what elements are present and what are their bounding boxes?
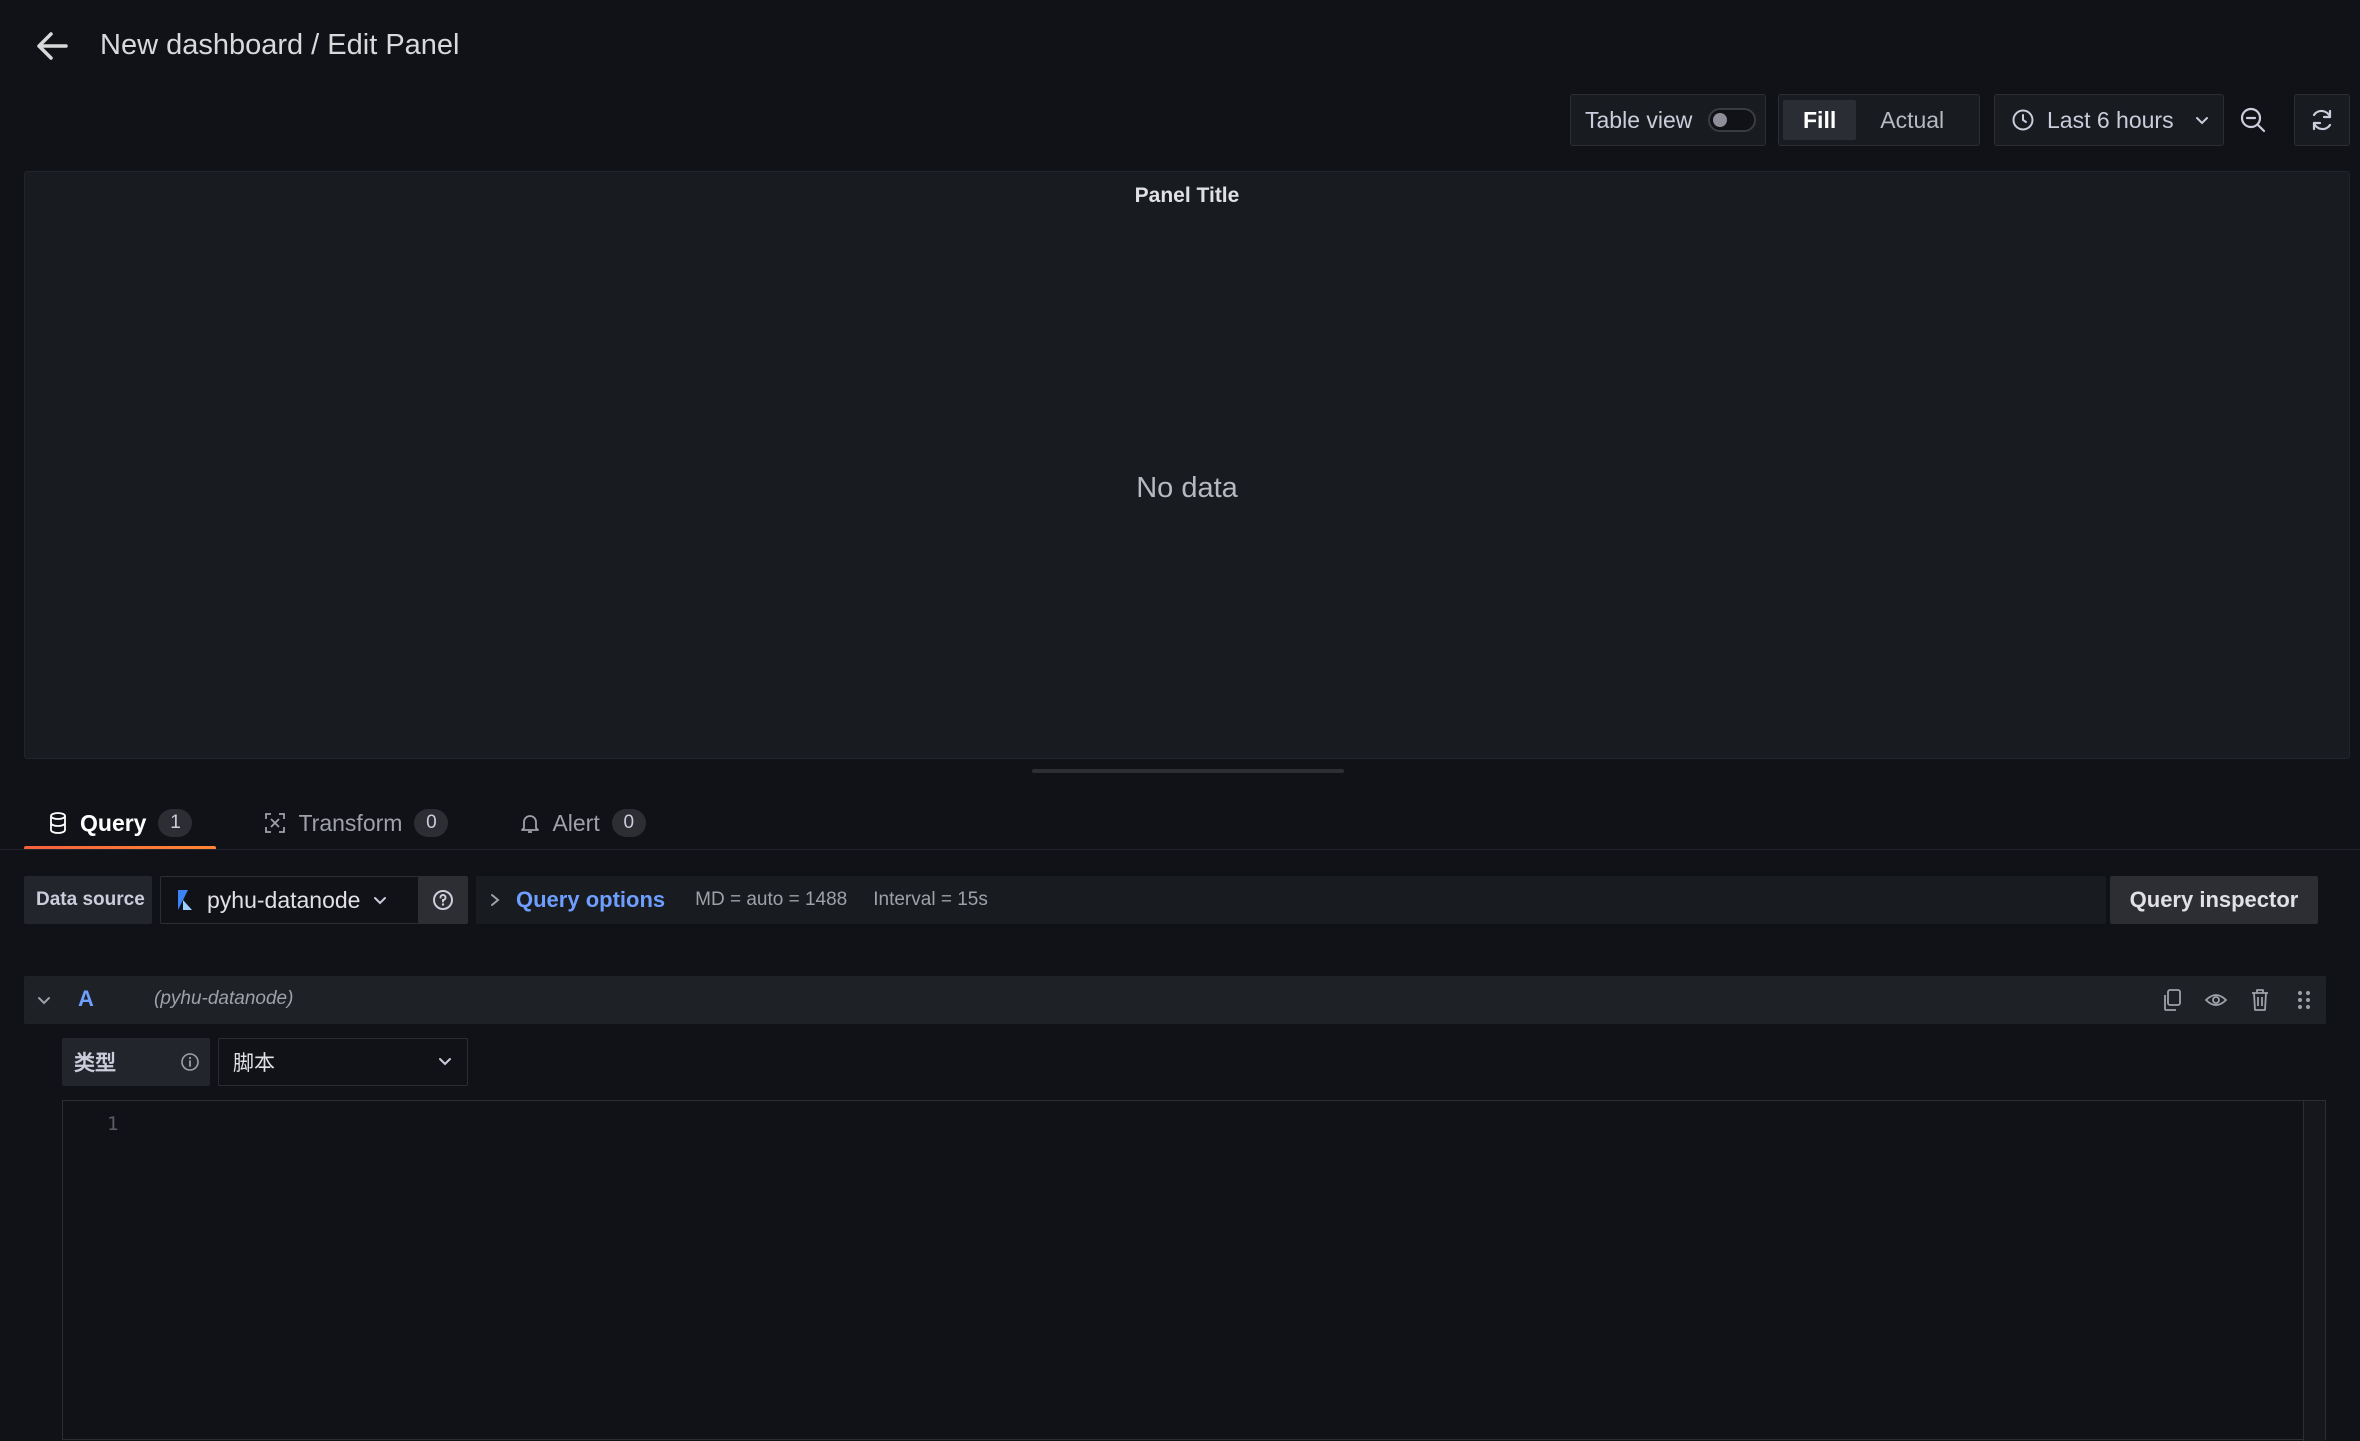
chevron-down-icon	[439, 1058, 451, 1066]
bell-icon	[521, 815, 540, 833]
eye-icon	[2204, 994, 2228, 1006]
tab-alert[interactable]: Alert 0	[496, 796, 669, 850]
query-type-value: 脚本	[233, 1052, 275, 1075]
script-editor[interactable]: 1	[62, 1100, 2326, 1441]
refresh-icon	[2312, 109, 2332, 131]
editor-line-number: 1	[107, 1113, 119, 1135]
chevron-down-icon[interactable]	[36, 992, 52, 1008]
toggle-query-visibility-button[interactable]	[2202, 984, 2230, 1016]
table-view-label: Table view	[1585, 106, 1693, 133]
fill-actual-segment: Fill Actual	[1778, 94, 1980, 146]
tab-query-count: 1	[158, 809, 193, 837]
query-options-toggle[interactable]: Query options MD = auto = 1488 Interval …	[476, 876, 2106, 924]
datasource-selected: pyhu-datanode	[207, 886, 361, 913]
chevron-right-icon	[491, 894, 500, 906]
tab-alert-count: 0	[611, 809, 646, 837]
query-options-label: Query options	[516, 887, 666, 912]
tabs-divider	[0, 849, 2360, 850]
datasource-logo-icon	[178, 890, 192, 910]
fill-button[interactable]: Fill	[1783, 100, 1857, 140]
delete-query-button[interactable]	[2246, 984, 2274, 1016]
panel-title[interactable]: Panel Title	[25, 184, 2349, 208]
datasource-picker[interactable]: pyhu-datanode	[160, 876, 434, 924]
table-view-switch[interactable]	[1708, 108, 1757, 132]
panel-splitter-handle[interactable]	[1032, 769, 1344, 773]
chevron-down-icon	[374, 897, 387, 905]
drag-handle-icon	[2298, 991, 2310, 1009]
datasource-help-button[interactable]	[418, 876, 468, 924]
query-type-label-text: 类型	[74, 1052, 116, 1075]
no-data-message: No data	[1136, 472, 1238, 504]
query-datasource-name: (pyhu-datanode)	[154, 988, 294, 1009]
zoom-out-icon	[2240, 107, 2266, 133]
clock-icon	[2012, 109, 2034, 131]
time-range-label: Last 6 hours	[2047, 106, 2174, 133]
zoom-out-button[interactable]	[2225, 94, 2281, 146]
trash-icon	[2252, 989, 2268, 1011]
back-button[interactable]	[28, 22, 76, 70]
max-datapoints-text: MD = auto = 1488	[695, 889, 848, 910]
query-inspector-button[interactable]: Query inspector	[2110, 876, 2318, 924]
panel-preview: Panel Title No data	[24, 171, 2350, 759]
chevron-down-icon	[2195, 117, 2208, 125]
tab-alert-label: Alert	[552, 809, 600, 836]
tab-query[interactable]: Query 1	[24, 796, 217, 850]
interval-text: Interval = 15s	[873, 889, 988, 910]
editor-scrollbar[interactable]	[2303, 1101, 2325, 1441]
drag-query-handle[interactable]	[2290, 984, 2318, 1016]
page-title: New dashboard / Edit Panel	[100, 29, 460, 61]
query-type-select[interactable]: 脚本	[218, 1038, 468, 1086]
refresh-button[interactable]	[2294, 94, 2350, 146]
query-type-label: 类型	[62, 1038, 210, 1086]
copy-icon	[2164, 989, 2181, 1011]
info-icon[interactable]	[180, 1052, 200, 1072]
query-ref-id[interactable]: A	[78, 986, 94, 1012]
arrow-left-icon	[37, 32, 68, 60]
editor-tabs: Query 1 Transform 0 Alert 0	[24, 796, 670, 850]
database-icon	[50, 812, 66, 834]
question-circle-icon	[433, 890, 453, 910]
actual-button[interactable]: Actual	[1860, 100, 1964, 140]
datasource-label: Data source	[24, 876, 152, 924]
tab-transform-label: Transform	[298, 809, 403, 836]
duplicate-query-button[interactable]	[2158, 984, 2186, 1016]
tab-query-label: Query	[80, 809, 147, 836]
tab-transform[interactable]: Transform 0	[240, 796, 472, 850]
query-row-actions	[2158, 984, 2318, 1016]
query-row-header[interactable]: A (pyhu-datanode)	[24, 976, 2326, 1024]
table-view-toggle[interactable]: Table view	[1570, 94, 1766, 146]
time-range-picker[interactable]: Last 6 hours	[1994, 94, 2224, 146]
transform-icon	[265, 813, 286, 833]
datasource-row: Data source pyhu-datanode Query options …	[24, 876, 2320, 924]
tab-transform-count: 0	[414, 809, 449, 837]
